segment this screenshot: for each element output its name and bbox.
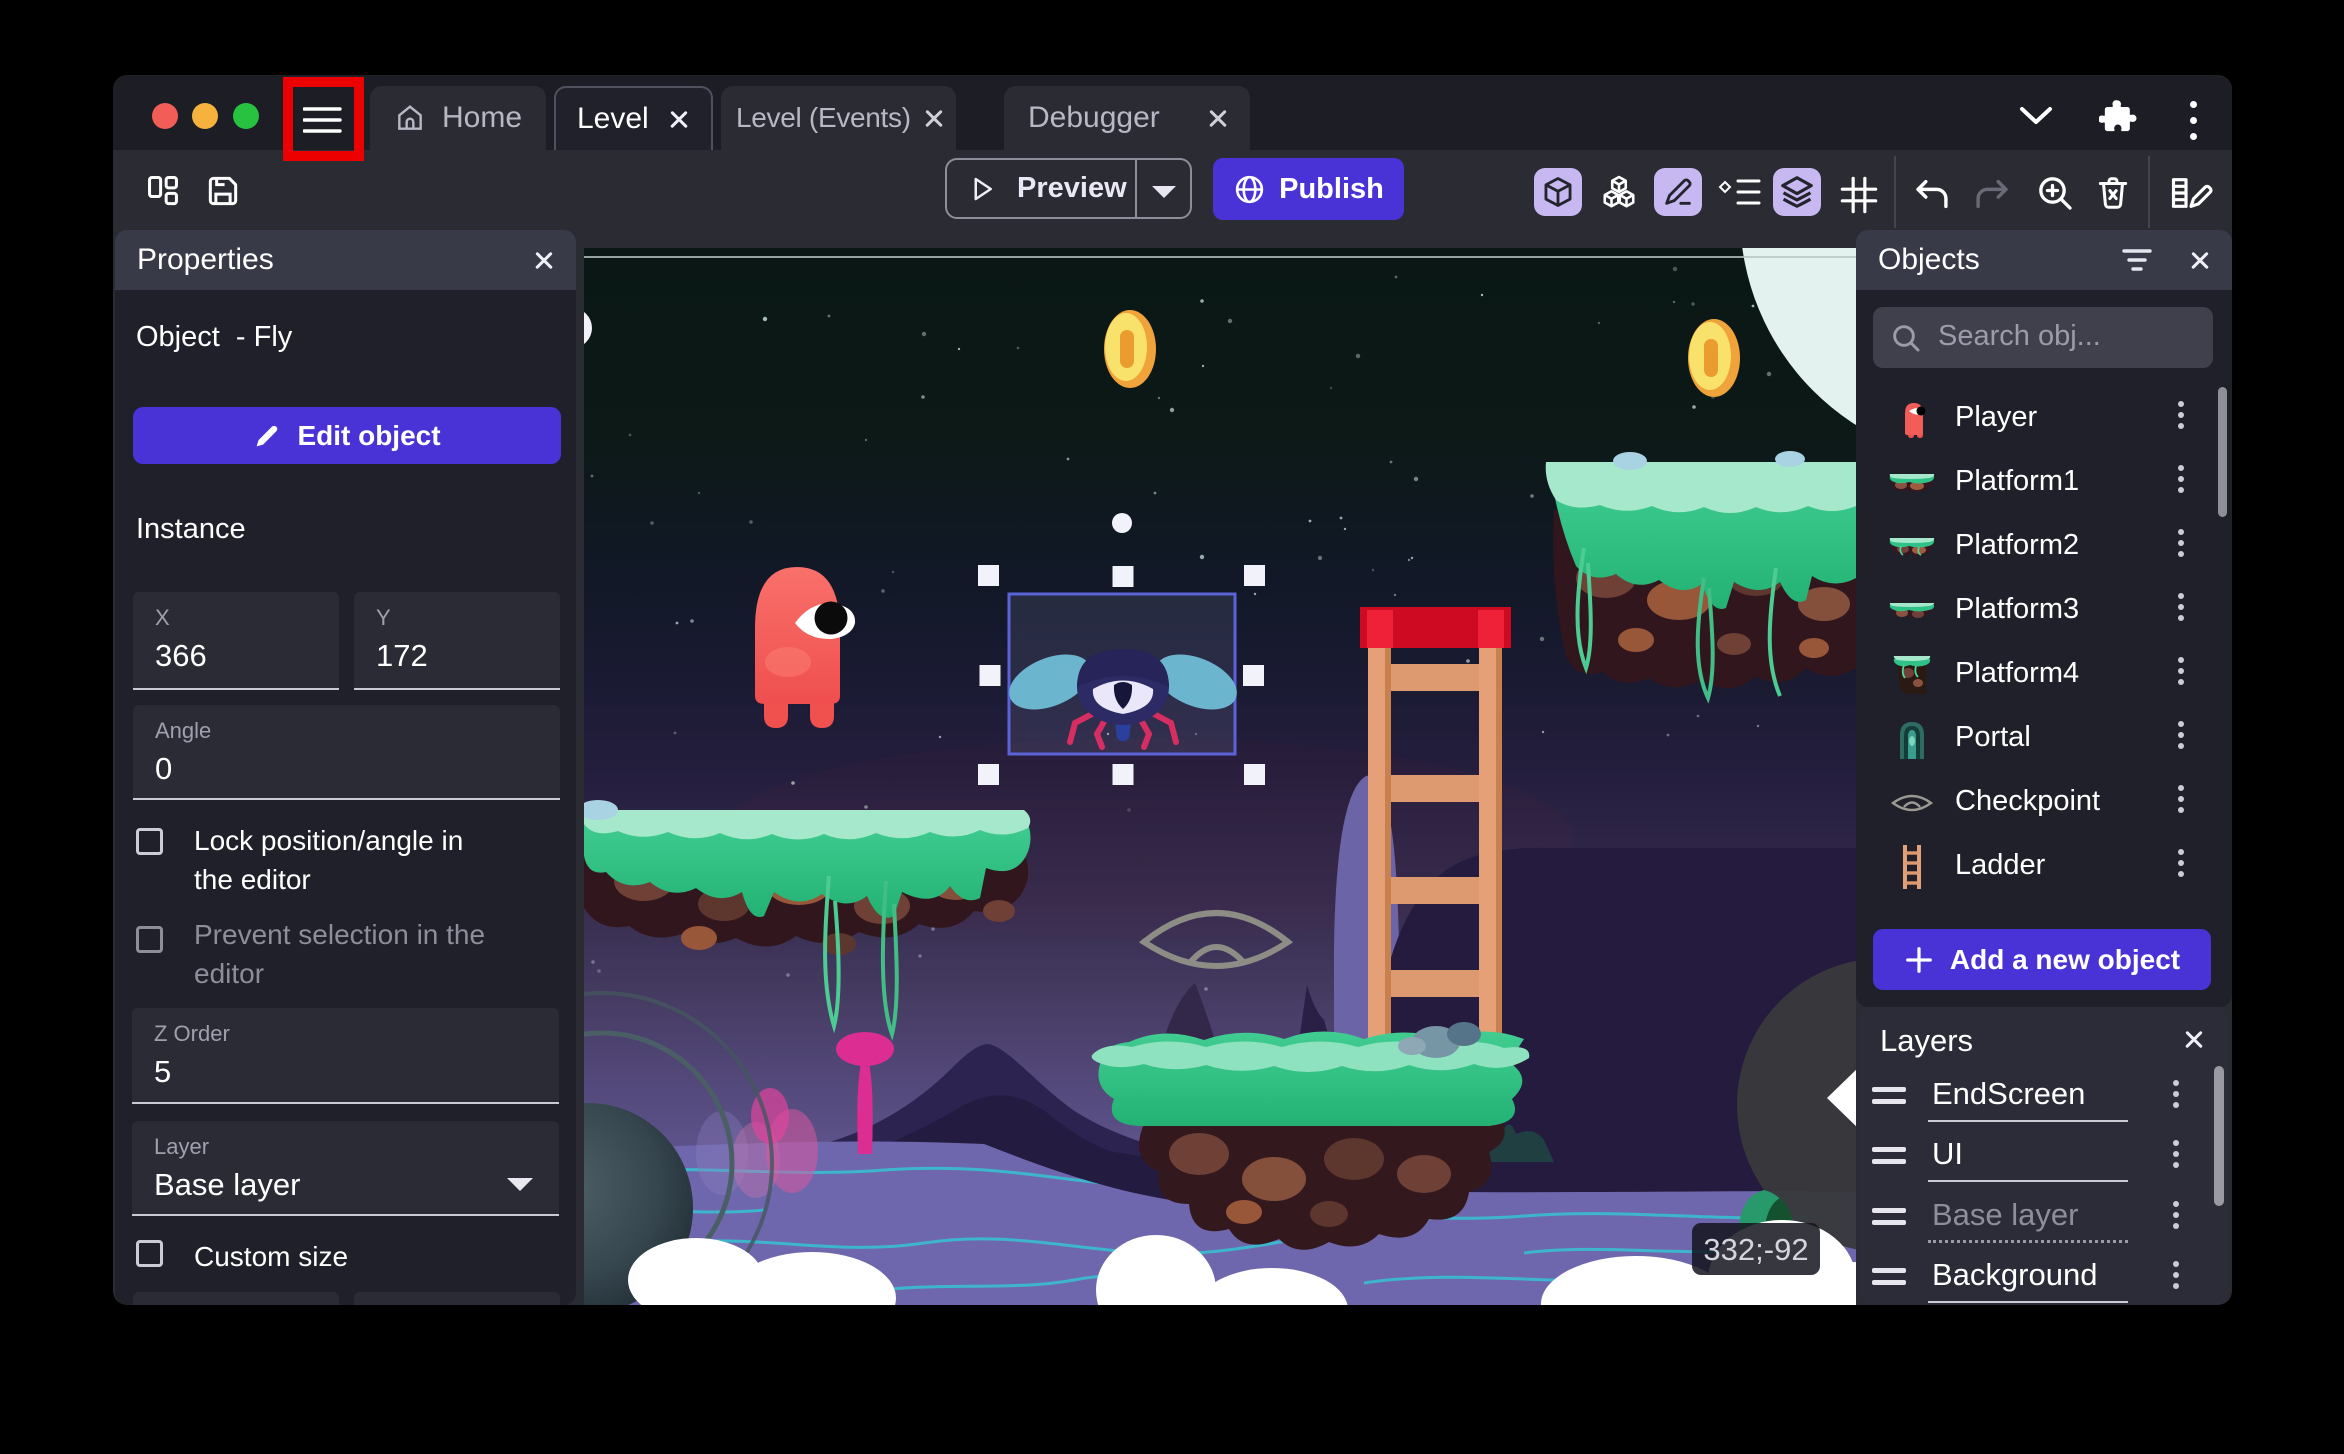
- svg-text:332;-92: 332;-92: [1703, 1232, 1808, 1267]
